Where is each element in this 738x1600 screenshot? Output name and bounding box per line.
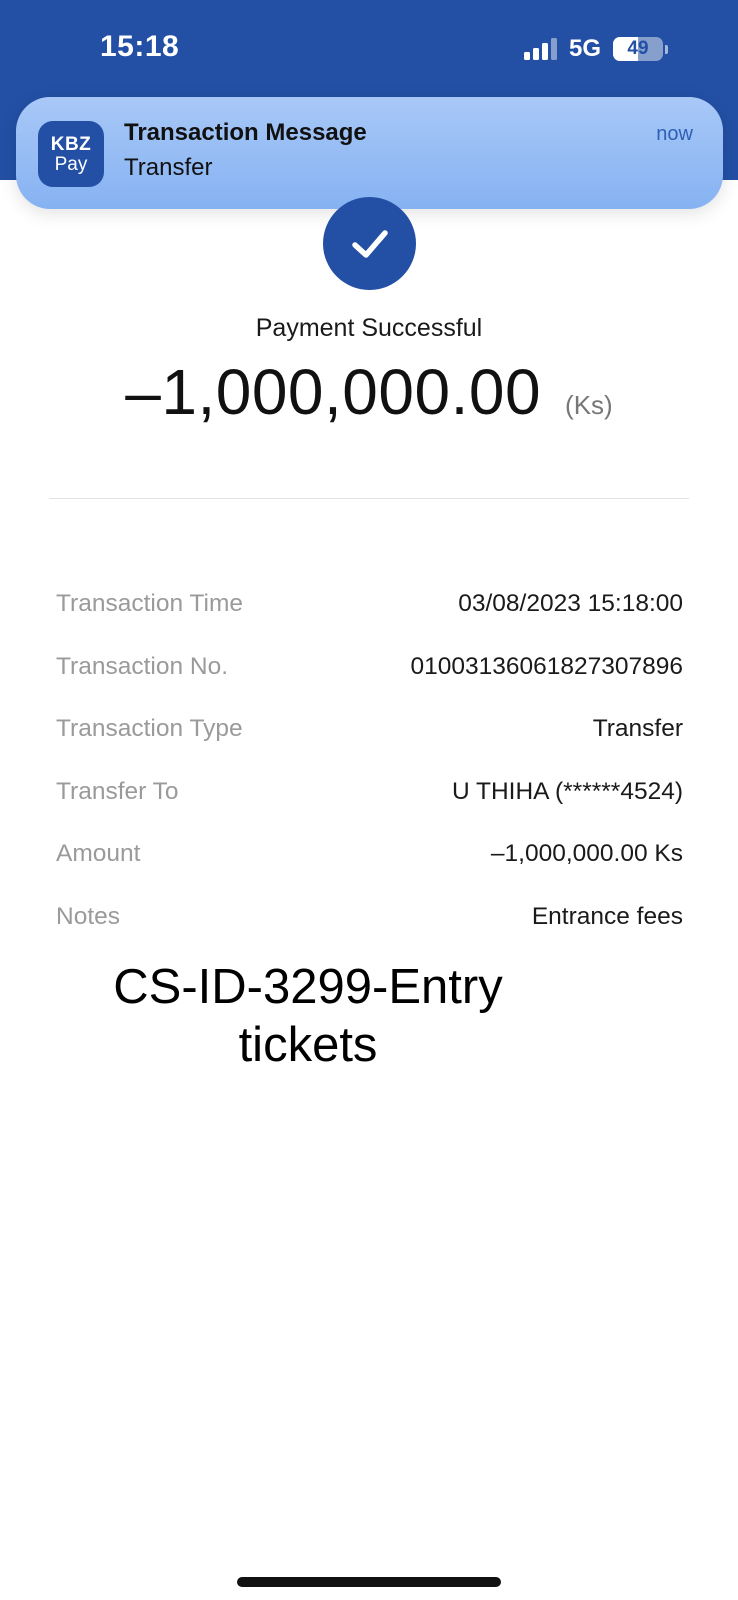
battery-icon: 49 [613,37,663,61]
home-indicator[interactable] [237,1577,501,1587]
amount-display: –1,000,000.00 (Ks) [0,355,738,429]
payment-status-text: Payment Successful [255,314,483,342]
notification-time: now [656,123,693,145]
detail-label: Transaction No. [56,652,229,680]
amount-value: –1,000,000.00 [125,356,542,428]
app-icon-text-pay: Pay [54,153,88,175]
transaction-details: Transaction Time 03/08/2023 15:18:00 Tra… [56,573,683,948]
payment-receipt-screen: 15:18 5G 49 KBZ Pay Transaction Message … [0,0,738,1600]
network-type-label: 5G [568,35,601,62]
checkmark-icon [351,229,388,258]
kbzpay-app-icon: KBZ Pay [38,121,104,187]
detail-label: Transfer To [56,777,179,805]
status-bar-time: 15:18 [100,30,180,63]
detail-value: Transfer [592,715,683,743]
overlay-caption-line1: CS-ID-3299-Entry [113,960,503,1014]
notification-title: Transaction Message [124,119,367,146]
status-bar-indicators: 5G 49 [523,34,668,64]
detail-label: Notes [56,902,121,930]
success-check-icon [323,197,416,290]
battery-percentage: 49 [627,38,649,59]
detail-row-transaction-no: Transaction No. 01003136061827307896 [56,636,683,699]
detail-value: –1,000,000.00 Ks [490,840,683,868]
detail-value: Entrance fees [531,902,683,930]
overlay-caption-line2: tickets [238,1018,378,1072]
battery-cap [665,44,668,54]
detail-label: Transaction Time [56,590,243,618]
notification-banner[interactable]: KBZ Pay Transaction Message Transfer now [16,97,723,209]
detail-row-transfer-to: Transfer To U THIHA (******4524) [56,761,683,824]
detail-row-notes: Notes Entrance fees [56,886,683,949]
detail-row-transaction-time: Transaction Time 03/08/2023 15:18:00 [56,573,683,636]
app-icon-text-kbz: KBZ [50,133,92,155]
divider [49,498,689,499]
cellular-signal-icon [523,38,557,60]
detail-value: 03/08/2023 15:18:00 [458,590,683,618]
overlay-caption: CS-ID-3299-Entry tickets [88,958,528,1074]
amount-currency: (Ks) [565,390,613,420]
detail-label: Transaction Type [56,715,243,743]
detail-row-transaction-type: Transaction Type Transfer [56,698,683,761]
detail-row-amount: Amount –1,000,000.00 Ks [56,823,683,886]
notification-body: Transfer [124,154,213,181]
detail-label: Amount [56,840,141,868]
detail-value: U THIHA (******4524) [451,777,683,805]
detail-value: 01003136061827307896 [410,652,683,680]
